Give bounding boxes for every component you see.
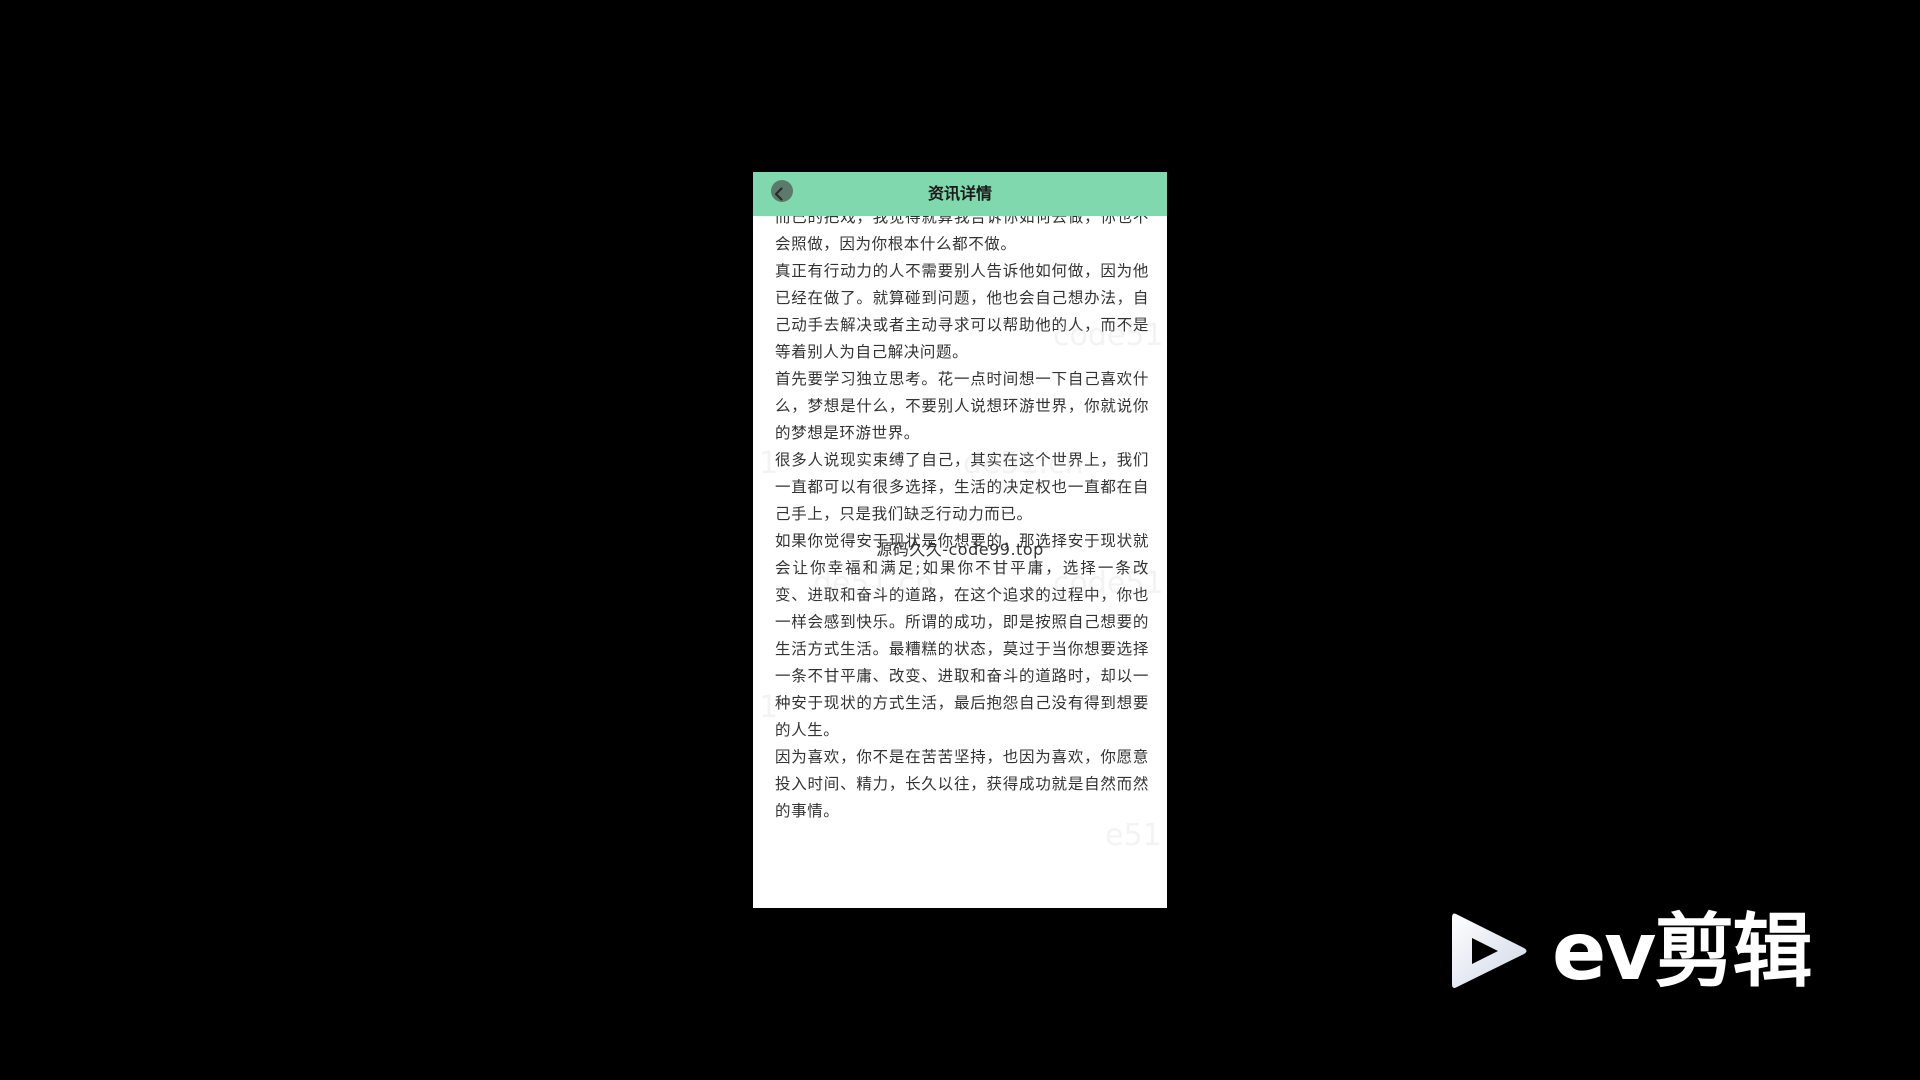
- article-body: 而已的把戏，我觉得就算我告诉你如何去做，你也不会照做，因为你根本什么都不做。 真…: [775, 204, 1149, 825]
- article-paragraph: 很多人说现实束缚了自己，其实在这个世界上，我们一直都可以有很多选择，生活的决定权…: [775, 451, 1149, 523]
- phone-screen: 资讯详情 而已的把戏，我觉得就算我告诉你如何去做，你也不会照做，因为你根本什么都…: [753, 172, 1167, 908]
- play-icon: [1452, 913, 1527, 988]
- chevron-left-icon: [774, 187, 783, 201]
- nav-bar: 资讯详情: [753, 172, 1167, 216]
- article-paragraph: 首先要学习独立思考。花一点时间想一下自己喜欢什么，梦想是什么，不要别人说想环游世…: [775, 370, 1149, 442]
- video-stage: 资讯详情 而已的把戏，我觉得就算我告诉你如何去做，你也不会照做，因为你根本什么都…: [0, 0, 1920, 1080]
- article-paragraph: 如果你觉得安于现状是你想要的，那选择安于现状就会让你幸福和满足;如果你不甘平庸，…: [775, 532, 1149, 739]
- back-button[interactable]: [763, 178, 795, 210]
- brand-name: ev剪辑: [1552, 905, 1812, 998]
- article-paragraph: 因为喜欢，你不是在苦苦坚持，也因为喜欢，你愿意投入时间、精力，长久以往，获得成功…: [775, 748, 1149, 820]
- ev-logo: ev剪辑: [1448, 902, 1828, 1002]
- page-title: 资讯详情: [927, 184, 992, 203]
- article-paragraph: 真正有行动力的人不需要别人告诉他如何做，因为他已经在做了。就算碰到问题，他也会自…: [775, 262, 1149, 361]
